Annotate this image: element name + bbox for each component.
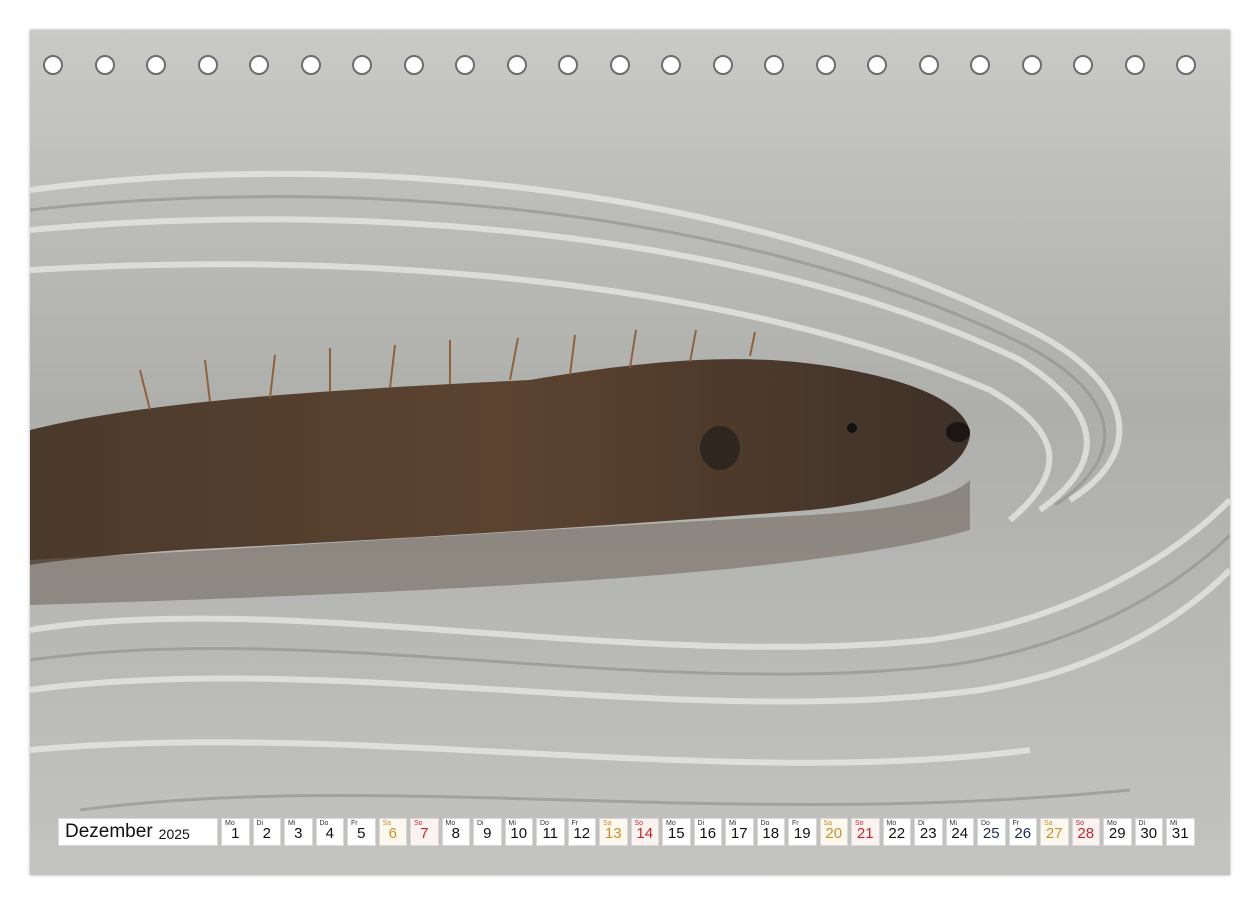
day-number: 15 — [667, 825, 685, 842]
month-name: Dezember — [65, 821, 153, 842]
day-number: 17 — [730, 825, 748, 842]
day-number: 2 — [262, 825, 271, 842]
day-cell: Mo 1 — [221, 818, 250, 846]
binding-hole — [661, 55, 681, 75]
day-number: 3 — [294, 825, 303, 842]
day-cell: Do 18 — [756, 818, 785, 846]
binding-hole — [815, 55, 836, 75]
calendar-strip: Dezember 2025 Mo 1 Di 2 Mi 3 Do 4 Fr 5 Sa 6 So 7 Mo 8 Di… — [58, 818, 1200, 846]
binding-hole — [712, 55, 733, 75]
day-cell: Di 2 — [252, 818, 281, 846]
day-number: 18 — [762, 825, 780, 842]
day-number: 24 — [951, 825, 969, 842]
day-number: 16 — [699, 825, 717, 842]
day-cell: Di 16 — [693, 818, 722, 846]
day-cell: Mi 17 — [725, 818, 754, 846]
day-cell: Mi 3 — [284, 818, 313, 846]
day-number: 27 — [1045, 825, 1063, 842]
day-cell: Do 11 — [536, 818, 565, 846]
day-number: 28 — [1077, 825, 1095, 842]
day-number: 1 — [231, 825, 240, 842]
day-number: 4 — [325, 825, 334, 842]
day-number: 25 — [982, 825, 1000, 842]
day-cell: Mi 31 — [1166, 818, 1195, 846]
day-number: 21 — [856, 825, 874, 842]
day-cell: Sa 27 — [1040, 818, 1069, 846]
binding-hole — [1124, 55, 1145, 75]
day-cell: So 28 — [1071, 818, 1100, 846]
day-cell: Do 4 — [315, 818, 344, 846]
day-cell: Mo 15 — [662, 818, 691, 846]
day-number: 26 — [1014, 825, 1032, 842]
day-cell: Mi 24 — [945, 818, 974, 846]
day-number: 29 — [1108, 825, 1126, 842]
binding-hole — [352, 55, 372, 75]
day-cell: So 14 — [630, 818, 659, 846]
year: 2025 — [158, 825, 190, 842]
day-number: 31 — [1171, 825, 1189, 842]
day-cell: Do 25 — [977, 818, 1006, 846]
day-number: 14 — [636, 825, 654, 842]
binding-hole — [94, 55, 115, 75]
day-cell: Fr 26 — [1008, 818, 1037, 846]
binding-hole — [1176, 55, 1196, 75]
day-cell: Di 9 — [473, 818, 502, 846]
binding-holes — [30, 30, 1230, 100]
day-cell: Fr 19 — [788, 818, 817, 846]
day-cell: Sa 6 — [378, 818, 407, 846]
day-cell: Di 30 — [1134, 818, 1163, 846]
day-cell: Mo 29 — [1103, 818, 1132, 846]
binding-hole — [300, 55, 321, 75]
beaver-photo — [30, 30, 1230, 875]
month-label: Dezember 2025 — [58, 818, 218, 846]
binding-hole — [1021, 55, 1042, 75]
binding-hole — [249, 55, 269, 75]
day-cell: Sa 20 — [819, 818, 848, 846]
binding-hole — [970, 55, 990, 75]
day-number: 19 — [793, 825, 811, 842]
binding-hole — [558, 55, 578, 75]
binding-hole — [455, 55, 475, 75]
day-cell: So 21 — [851, 818, 880, 846]
binding-hole — [867, 55, 887, 75]
day-cell: Mi 10 — [504, 818, 533, 846]
day-cell: Fr 12 — [567, 818, 596, 846]
binding-hole — [764, 55, 784, 75]
day-number: 10 — [510, 825, 528, 842]
day-number: 11 — [542, 825, 559, 842]
binding-hole — [403, 55, 424, 75]
day-cell: Sa 13 — [599, 818, 628, 846]
day-number: 5 — [357, 825, 366, 842]
day-number: 8 — [451, 825, 460, 842]
day-cell: So 7 — [410, 818, 439, 846]
day-number: 22 — [888, 825, 906, 842]
binding-hole — [197, 55, 218, 75]
calendar-page: Dezember 2025 Mo 1 Di 2 Mi 3 Do 4 Fr 5 Sa 6 So 7 Mo 8 Di… — [30, 30, 1230, 875]
day-number: 23 — [919, 825, 937, 842]
day-number: 20 — [825, 825, 843, 842]
day-cell: Mo 22 — [882, 818, 911, 846]
day-cell: Fr 5 — [347, 818, 376, 846]
day-number: 12 — [573, 825, 591, 842]
binding-hole — [506, 55, 527, 75]
binding-hole — [43, 55, 63, 75]
day-number: 13 — [604, 825, 622, 842]
day-number: 9 — [483, 825, 492, 842]
day-cell: Di 23 — [914, 818, 943, 846]
binding-hole — [918, 55, 939, 75]
day-cells: Mo 1 Di 2 Mi 3 Do 4 Fr 5 Sa 6 So 7 Mo 8 Di 9 Mi 10 Do 11 Fr 12 S… — [221, 818, 1195, 846]
day-cell: Mo 8 — [441, 818, 470, 846]
day-number: 30 — [1140, 825, 1158, 842]
binding-hole — [609, 55, 630, 75]
day-number: 7 — [420, 825, 429, 842]
binding-hole — [1073, 55, 1093, 75]
day-number: 6 — [388, 825, 397, 842]
binding-hole — [146, 55, 166, 75]
